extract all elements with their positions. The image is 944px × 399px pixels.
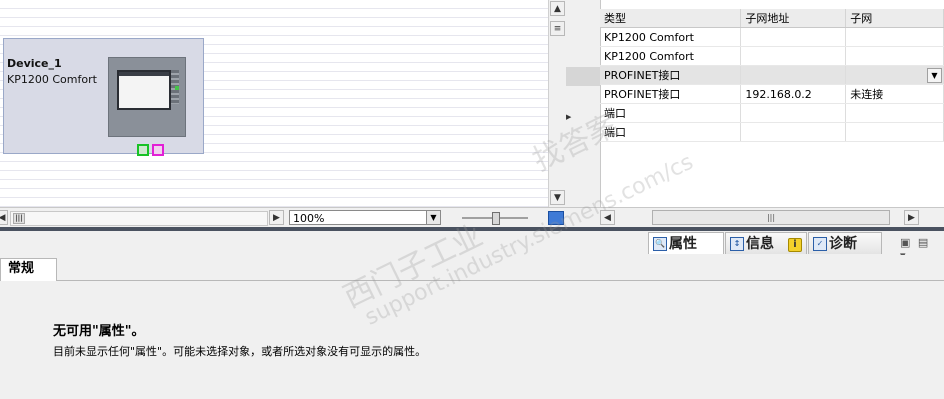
- table-row[interactable]: PROFINET接口 ▼: [600, 65, 944, 85]
- zoom-select[interactable]: 100% ▼: [289, 210, 441, 225]
- tab-general[interactable]: 常规: [0, 258, 57, 281]
- cell-subnet-address[interactable]: [740, 65, 847, 85]
- table-row[interactable]: 端口: [600, 122, 944, 142]
- scroll-left-icon[interactable]: ◀: [0, 210, 8, 225]
- scroll-up-icon[interactable]: ▲: [550, 1, 565, 16]
- table-scroll-thumb[interactable]: |||: [652, 210, 890, 225]
- properties-body: 无可用"属性"。 目前未显示任何"属性"。可能未选择对象，或者所选对象没有可显示…: [0, 281, 944, 399]
- hmi-panel-icon: [108, 57, 186, 156]
- cell-type[interactable]: PROFINET接口: [600, 84, 742, 104]
- table-row-gutter: ◀ ▶: [566, 0, 601, 207]
- tab-diagnostics[interactable]: ✓ 诊断: [808, 232, 882, 254]
- selected-row-marker: [566, 67, 600, 86]
- cell-subnet-address[interactable]: [740, 122, 847, 142]
- splitter-icon[interactable]: ≡: [550, 21, 565, 36]
- tab-info[interactable]: ↕ 信息 i: [725, 232, 807, 254]
- cell-subnet[interactable]: [845, 103, 944, 123]
- no-properties-description: 目前未显示任何"属性"。可能未选择对象，或者所选对象没有可显示的属性。: [53, 345, 427, 358]
- cell-type[interactable]: KP1200 Comfort: [600, 46, 742, 66]
- profinet-port-green[interactable]: [137, 144, 149, 156]
- column-header-subnet-address[interactable]: 子网地址: [740, 9, 847, 28]
- table-row[interactable]: PROFINET接口 192.168.0.2 未连接: [600, 84, 944, 104]
- cell-subnet[interactable]: [845, 27, 944, 47]
- column-header-subnet[interactable]: 子网: [845, 9, 944, 28]
- table-row[interactable]: KP1200 Comfort: [600, 27, 944, 47]
- cell-subnet-address[interactable]: 192.168.0.2: [740, 84, 847, 104]
- cell-subnet[interactable]: [845, 46, 944, 66]
- table-horizontal-scrollbar[interactable]: ◀ ||| ▶: [566, 207, 944, 228]
- cell-subnet[interactable]: [845, 122, 944, 142]
- panel-window-controls[interactable]: ▣ ▤ ▾: [900, 236, 940, 262]
- scroll-right-icon[interactable]: ▶: [269, 210, 284, 225]
- cell-type[interactable]: KP1200 Comfort: [600, 27, 742, 47]
- device-box[interactable]: Device_1 KP1200 Comfort: [3, 38, 204, 156]
- splitter-arrow-icon[interactable]: ▶: [566, 113, 571, 125]
- device-type: KP1200 Comfort: [7, 73, 97, 86]
- cell-subnet[interactable]: ▼: [845, 65, 944, 85]
- scroll-down-icon[interactable]: ▼: [550, 190, 565, 205]
- table-row[interactable]: KP1200 Comfort: [600, 46, 944, 66]
- scroll-left-icon[interactable]: ◀: [600, 210, 615, 225]
- no-properties-title: 无可用"属性"。: [53, 324, 145, 339]
- cell-subnet-address[interactable]: [740, 46, 847, 66]
- cell-subnet-address[interactable]: [740, 103, 847, 123]
- cell-type[interactable]: PROFINET接口: [600, 65, 742, 85]
- inspector-tab-bar: 🔍 属性 ↕ 信息 i ✓ 诊断: [0, 231, 944, 255]
- properties-subtab-bar: 常规: [0, 255, 944, 281]
- network-overview-table: 类型 子网地址 子网 KP1200 Comfort KP1200 Comfort…: [600, 9, 944, 142]
- column-header-type[interactable]: 类型: [600, 9, 742, 28]
- table-row[interactable]: 端口: [600, 103, 944, 123]
- canvas-toolbar: ◀ ||| ▶ 100% ▼: [0, 207, 566, 228]
- profinet-port-magenta[interactable]: [152, 144, 164, 156]
- network-view-canvas[interactable]: Device_1 KP1200 Comfort: [0, 0, 548, 207]
- canvas-horizontal-scrollbar[interactable]: |||: [10, 211, 268, 226]
- device-name: Device_1: [7, 57, 62, 70]
- scroll-right-icon[interactable]: ▶: [904, 210, 919, 225]
- tab-properties[interactable]: 🔍 属性: [648, 232, 724, 254]
- zoom-value: 100%: [293, 212, 325, 225]
- cell-type[interactable]: 端口: [600, 103, 742, 123]
- chevron-down-icon[interactable]: ▼: [426, 211, 440, 224]
- canvas-vertical-scrollbar[interactable]: ▲ ≡ ▼: [548, 0, 567, 207]
- chevron-down-icon[interactable]: ▼: [927, 68, 942, 83]
- info-tab-icon: ↕: [730, 237, 744, 251]
- info-badge-icon: i: [788, 238, 802, 252]
- cell-type[interactable]: 端口: [600, 122, 742, 142]
- diagnostics-icon: ✓: [813, 237, 827, 251]
- overview-navigation-icon[interactable]: [548, 211, 564, 225]
- cell-subnet-address[interactable]: [740, 27, 847, 47]
- cell-subnet[interactable]: 未连接: [845, 84, 944, 104]
- zoom-slider-thumb[interactable]: [492, 212, 500, 225]
- properties-icon: 🔍: [653, 237, 667, 251]
